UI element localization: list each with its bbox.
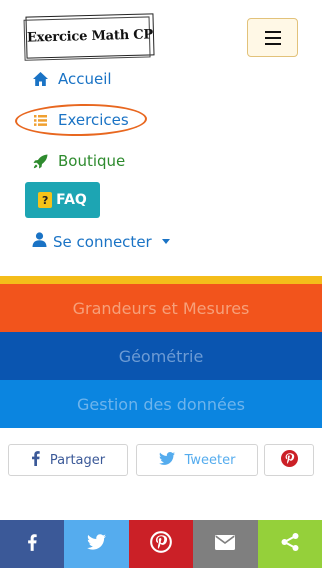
faq-button[interactable]: ? FAQ — [25, 182, 100, 218]
facebook-icon — [31, 450, 40, 470]
nav-item-exercices[interactable]: Exercices — [32, 111, 129, 129]
home-icon — [32, 71, 48, 87]
nav-item-label: Boutique — [58, 152, 126, 170]
menu-bar-icon — [264, 42, 281, 45]
footer-facebook-button[interactable] — [0, 520, 65, 568]
site-header: Exercice Math CP — [0, 0, 322, 60]
faq-label: FAQ — [56, 192, 87, 208]
question-icon: ? — [38, 192, 53, 208]
nav-item-label: Accueil — [58, 70, 112, 88]
pinterest-icon — [150, 531, 172, 557]
footer-twitter-button[interactable] — [64, 520, 129, 568]
nav-item-accueil[interactable]: Accueil — [32, 70, 112, 88]
sticky-share-bar — [0, 520, 322, 568]
footer-share-button[interactable] — [257, 520, 322, 568]
twitter-icon — [158, 451, 175, 469]
share-icon — [280, 532, 300, 556]
facebook-share-label: Partager — [49, 452, 106, 468]
accent-divider — [0, 276, 322, 284]
share-buttons: Partager Tweeter — [8, 444, 314, 476]
hamburger-menu-button[interactable] — [247, 18, 298, 57]
mail-icon — [215, 534, 236, 554]
logo-text: Exercice Math CP — [26, 26, 154, 46]
user-icon — [32, 232, 47, 251]
caret-down-icon — [161, 239, 170, 244]
facebook-share-button[interactable]: Partager — [8, 444, 128, 476]
login-dropdown[interactable]: Se connecter — [32, 232, 170, 251]
category-geometrie[interactable]: Géométrie — [0, 332, 322, 380]
login-label: Se connecter — [53, 232, 152, 251]
twitter-share-label: Tweeter — [184, 452, 236, 468]
nav-item-label: Exercices — [58, 111, 129, 129]
twitter-share-button[interactable]: Tweeter — [136, 444, 258, 476]
pinterest-icon — [280, 449, 298, 471]
menu-bar-icon — [264, 36, 281, 39]
category-grandeurs-et-mesures[interactable]: Grandeurs et Mesures — [0, 284, 322, 332]
nav-item-boutique[interactable]: Boutique — [32, 152, 125, 170]
rocket-icon — [32, 153, 48, 169]
menu-bar-icon — [264, 30, 281, 33]
category-bands: Grandeurs et Mesures Géométrie Gestion d… — [0, 276, 322, 428]
site-logo[interactable]: Exercice Math CP — [25, 13, 155, 59]
twitter-icon — [87, 534, 107, 554]
footer-email-button[interactable] — [193, 520, 258, 568]
category-gestion-des-donnees[interactable]: Gestion des données — [0, 380, 322, 428]
pinterest-share-button[interactable] — [264, 444, 314, 476]
footer-pinterest-button[interactable] — [128, 520, 194, 568]
facebook-icon — [27, 533, 37, 555]
list-icon — [32, 112, 48, 128]
